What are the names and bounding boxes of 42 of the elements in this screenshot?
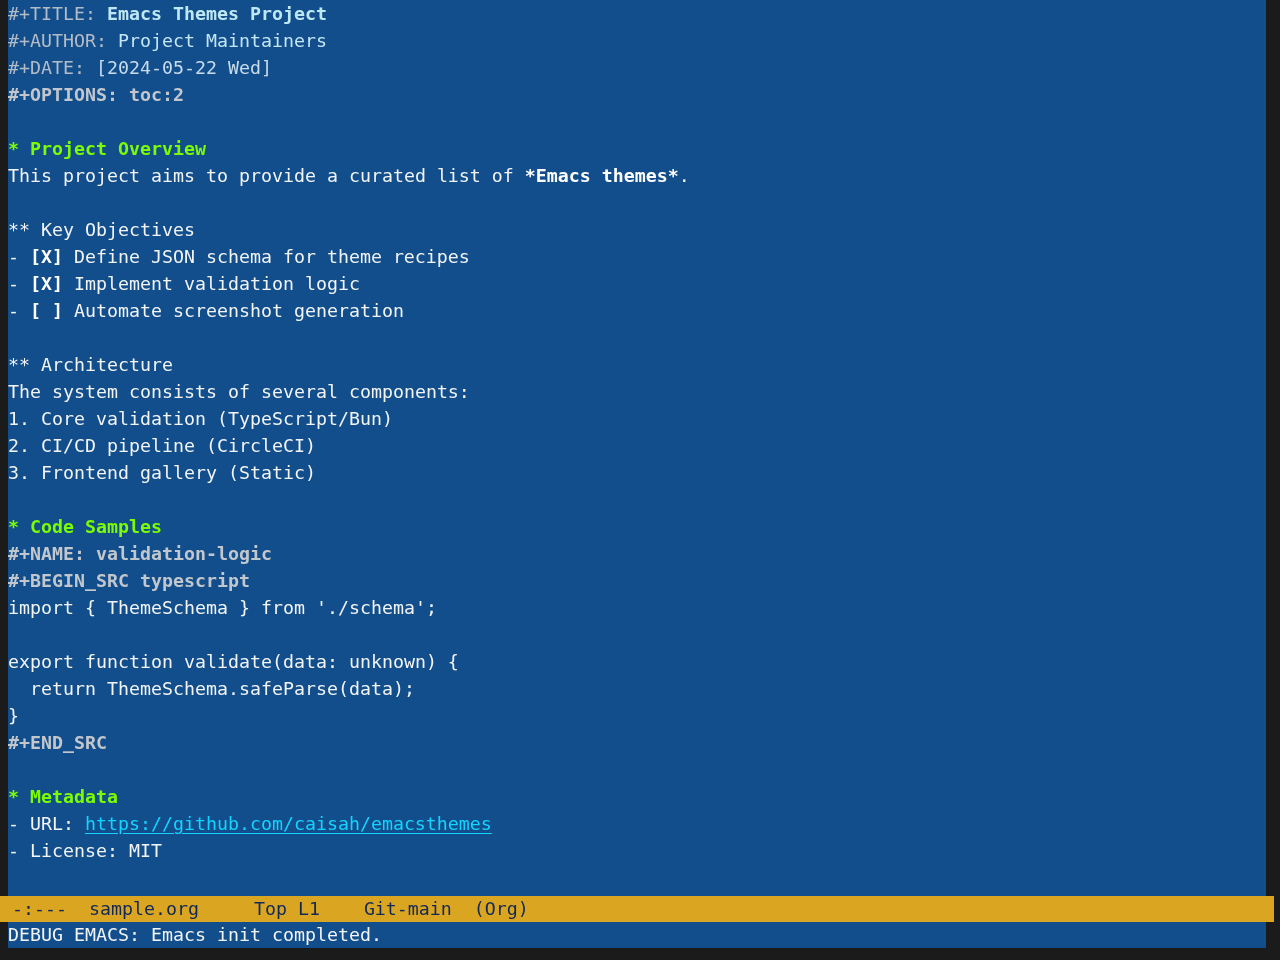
buffer-name[interactable]: sample.org [88, 896, 199, 922]
paragraph: This project aims to provide a curated list of *Emacs themes*. [8, 164, 690, 188]
echo-message: DEBUG EMACS: Emacs init completed. [8, 923, 382, 947]
cursor-position: Top L1 [253, 897, 320, 921]
heading: * Metadata [8, 785, 118, 809]
keyword-label: #+TITLE: [8, 2, 96, 26]
code-line: return ThemeSchema.safeParse(data); [30, 677, 415, 701]
author-name: Project Maintainers [117, 29, 327, 53]
keyword-line: #+NAME: validation-logic [8, 542, 272, 566]
vc-branch[interactable]: Git-main [363, 896, 452, 922]
list-item-text: Implement validation logic [73, 272, 360, 296]
list-item: - License: MIT [8, 839, 162, 863]
checkbox-marker: [X] [30, 245, 63, 269]
list-item-text: Define JSON schema for theme recipes [73, 245, 470, 269]
list-item: 1. Core validation (TypeScript/Bun) [8, 407, 393, 431]
code-line: export function validate(data: unknown) { [8, 650, 459, 674]
field-label: - URL: [8, 812, 74, 836]
list-item: 3. Frontend gallery (Static) [8, 461, 316, 485]
document-title: Emacs Themes Project [106, 2, 327, 26]
checkbox-marker: [X] [30, 272, 63, 296]
list-item: 2. CI/CD pipeline (CircleCI) [8, 434, 316, 458]
list-item-text: Automate screenshot generation [73, 299, 404, 323]
checkbox-marker: [ ] [30, 299, 63, 323]
list-bullet: - [8, 245, 19, 269]
date-text: [2024-05-22 Wed] [95, 56, 272, 80]
major-mode[interactable]: (Org) [473, 896, 529, 922]
heading: * Code Samples [8, 515, 162, 539]
subheading: ** Key Objectives [8, 218, 195, 242]
keyword-line: #+END_SRC [8, 731, 107, 755]
list-bullet: - [8, 272, 19, 296]
code-line: } [8, 704, 19, 728]
list-bullet: - [8, 299, 19, 323]
text-line: The system consists of several components: [8, 380, 470, 404]
code-line: import { ThemeSchema } from './schema'; [8, 596, 437, 620]
keyword-label: #+AUTHOR: [8, 29, 107, 53]
keyword-line: #+BEGIN_SRC typescript [8, 569, 250, 593]
keyword-line: #+OPTIONS: toc:2 [8, 83, 184, 107]
keyword-label: #+DATE: [8, 56, 85, 80]
url-link[interactable]: https://github.com/caisah/emacsthemes [84, 810, 492, 837]
heading: * Project Overview [8, 137, 206, 161]
subheading: ** Architecture [8, 353, 173, 377]
buffer-status: -:--- [12, 897, 67, 921]
